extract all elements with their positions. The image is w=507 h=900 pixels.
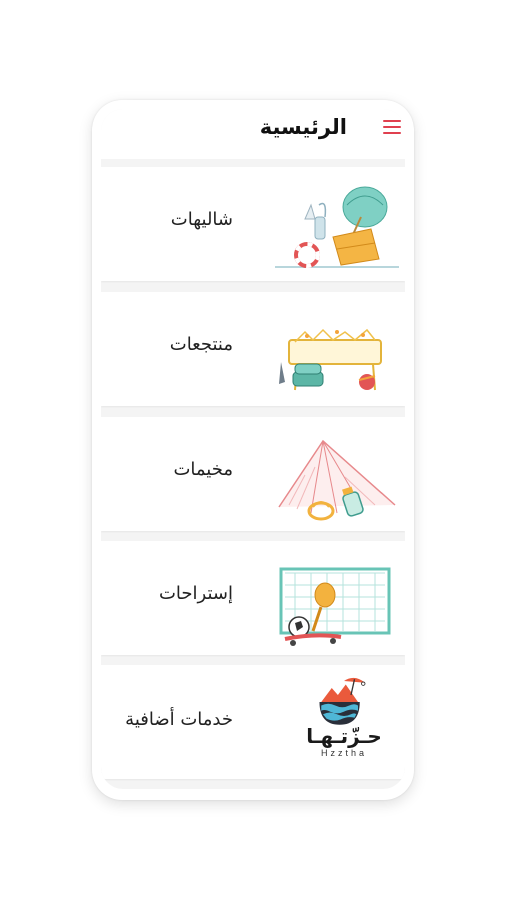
- hzztha-logo: [319, 677, 366, 725]
- logo-latin-text: Hzztha: [320, 748, 367, 758]
- chalet-beach-illustration: [275, 186, 399, 268]
- logo-wordmark: حـزّتـهـا Hzztha: [304, 725, 384, 759]
- category-card-rest-houses[interactable]: إستراحات: [101, 541, 405, 655]
- category-card-camps[interactable]: مخيمات: [101, 417, 405, 531]
- category-label: منتجعات: [169, 334, 233, 355]
- category-label: إستراحات: [158, 583, 233, 604]
- category-card-resorts[interactable]: منتجعات: [101, 292, 405, 406]
- app-screen: الرئيسية شاليهات منتجعات مخيمات إستراحات…: [101, 109, 405, 789]
- camp-tent-illustration: [278, 439, 396, 521]
- phone-frame: الرئيسية شاليهات منتجعات مخيمات إستراحات…: [92, 100, 414, 800]
- hamburger-icon[interactable]: [383, 120, 401, 134]
- logo-arabic-text: حـزّتـهـا: [306, 724, 382, 748]
- category-label: شاليهات: [170, 209, 233, 230]
- category-label: خدمات أضافية: [125, 709, 233, 730]
- resort-pool-illustration: [279, 328, 382, 391]
- app-header: الرئيسية: [101, 109, 405, 159]
- category-label: مخيمات: [173, 459, 233, 480]
- category-card-chalets[interactable]: شاليهات: [101, 167, 405, 281]
- rest-house-sports-illustration: [279, 567, 391, 646]
- page-title: الرئيسية: [259, 115, 347, 139]
- category-card-extra-services[interactable]: خدمات أضافية حـزّتـهـا Hzztha: [101, 665, 405, 779]
